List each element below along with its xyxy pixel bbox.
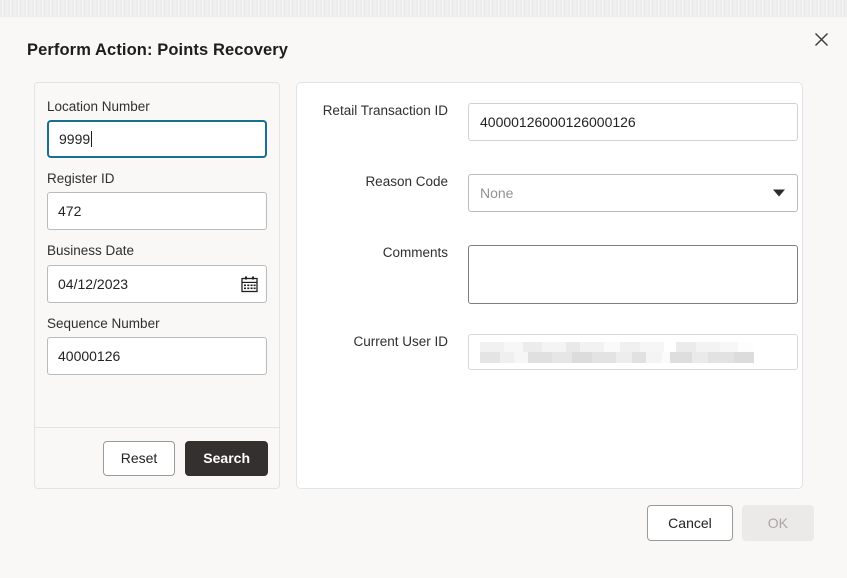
register-id-label: Register ID xyxy=(47,171,115,187)
field-sequence-number: Sequence Number 40000126 xyxy=(47,316,267,375)
retail-transaction-id-label: Retail Transaction ID xyxy=(322,103,448,118)
close-icon[interactable] xyxy=(808,26,834,52)
chevron-down-icon xyxy=(773,189,785,197)
current-user-id-label: Current User ID xyxy=(353,334,448,349)
business-date-label: Business Date xyxy=(47,243,135,259)
page-title: Perform Action: Points Recovery xyxy=(27,41,289,59)
redacted-header-band xyxy=(0,0,847,17)
row-current-user-id: Current User ID xyxy=(297,334,802,370)
comments-textarea[interactable] xyxy=(468,245,798,304)
reset-button[interactable]: Reset xyxy=(102,440,176,476)
cancel-button[interactable]: Cancel xyxy=(647,505,733,541)
row-reason-code: Reason Code None xyxy=(297,174,802,212)
register-id-input[interactable]: 472 xyxy=(47,192,267,231)
calendar-icon[interactable] xyxy=(241,275,258,292)
redacted-value xyxy=(480,341,754,363)
field-location-number: Location Number 9999 xyxy=(47,99,267,159)
reason-code-select[interactable]: None xyxy=(468,174,798,212)
reason-code-control: None xyxy=(468,174,798,212)
business-date-wrapper: 04/12/2023 xyxy=(47,264,267,303)
retail-transaction-id-control: 40000126000126000126 xyxy=(468,103,798,141)
current-user-id-input xyxy=(468,334,798,370)
business-date-input[interactable]: 04/12/2023 xyxy=(47,264,267,303)
reason-code-placeholder: None xyxy=(480,185,514,201)
current-user-id-control xyxy=(468,334,798,370)
sequence-number-input[interactable]: 40000126 xyxy=(47,336,267,375)
retail-transaction-id-input[interactable]: 40000126000126000126 xyxy=(468,103,798,141)
location-number-label: Location Number xyxy=(47,99,150,114)
close-glyph xyxy=(814,32,828,46)
field-register-id: Register ID 472 xyxy=(47,171,267,231)
dialog-footer: Cancel OK xyxy=(0,505,847,541)
search-criteria-panel: Location Number 9999 Register ID 472 Bus… xyxy=(34,82,280,489)
field-business-date: Business Date 04/12/2023 xyxy=(47,243,267,303)
search-panel-footer: Reset Search xyxy=(35,427,279,488)
comments-label: Comments xyxy=(382,245,448,260)
search-button[interactable]: Search xyxy=(185,440,268,476)
text-caret xyxy=(91,131,93,148)
location-number-value: 9999 xyxy=(59,131,91,148)
ok-button: OK xyxy=(741,505,814,541)
calendar-glyph xyxy=(241,276,258,292)
row-retail-transaction-id: Retail Transaction ID 400001260001260001… xyxy=(297,103,802,141)
sequence-number-label: Sequence Number xyxy=(47,315,160,331)
row-comments: Comments xyxy=(297,245,802,304)
search-fields-group: Location Number 9999 Register ID 472 Bus… xyxy=(35,83,279,375)
reason-code-label: Reason Code xyxy=(365,174,448,189)
transaction-detail-panel: Retail Transaction ID 400001260001260001… xyxy=(296,82,803,489)
location-number-input[interactable]: 9999 xyxy=(47,120,267,159)
comments-control xyxy=(468,245,798,304)
